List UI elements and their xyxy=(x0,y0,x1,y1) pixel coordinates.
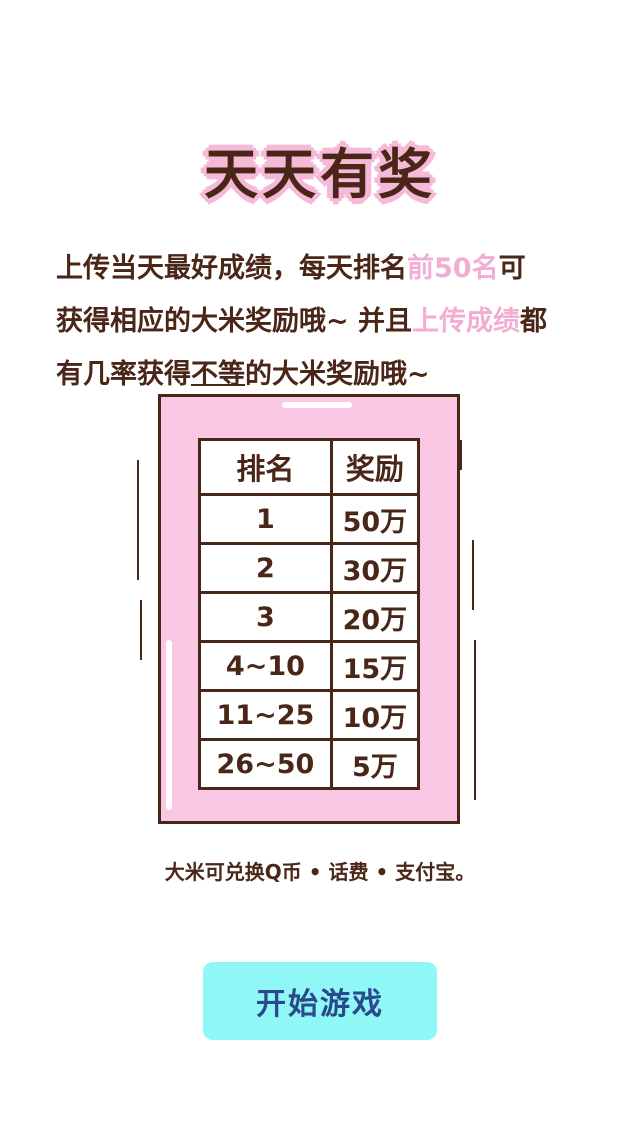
reward-cell: 10万 xyxy=(329,689,421,741)
rank-cell: 1 xyxy=(198,493,333,545)
rank-cell: 26~50 xyxy=(198,738,333,790)
reward-cell: 50万 xyxy=(329,493,421,545)
reward-cell: 5万 xyxy=(329,738,421,790)
reward-cell: 20万 xyxy=(329,591,421,643)
start-game-button[interactable]: 开始游戏 xyxy=(203,962,437,1040)
decor-line xyxy=(140,600,142,660)
table-header-row: 排名 奖励 xyxy=(198,438,421,496)
reward-cell: 30万 xyxy=(329,542,421,594)
decor-line xyxy=(460,440,462,470)
rank-cell: 3 xyxy=(198,591,333,643)
rank-cell: 2 xyxy=(198,542,333,594)
header-reward: 奖励 xyxy=(329,438,421,496)
desc-text: 都 xyxy=(520,306,548,337)
table-row: 2 30万 xyxy=(198,542,421,594)
card-shine xyxy=(282,402,352,408)
decor-line xyxy=(474,640,476,800)
decor-line xyxy=(472,540,474,610)
reward-cell: 15万 xyxy=(329,640,421,692)
table-row: 3 20万 xyxy=(198,591,421,643)
desc-text: 获得相应的大米奖励哦~ 并且 xyxy=(56,306,413,337)
decor-line xyxy=(137,460,139,580)
table-row: 1 50万 xyxy=(198,493,421,545)
rank-cell: 11~25 xyxy=(198,689,333,741)
desc-text: 的大米奖励哦~ xyxy=(245,359,430,390)
page-title: 天天有奖 xyxy=(204,143,436,206)
desc-text: 可 xyxy=(498,253,526,284)
table-row: 4~10 15万 xyxy=(198,640,421,692)
desc-text: 上传当天最好成绩，每天排名 xyxy=(56,253,407,284)
table-row: 11~25 10万 xyxy=(198,689,421,741)
desc-highlight-upload: 上传成绩 xyxy=(412,306,521,337)
reward-table: 排名 奖励 1 50万 2 30万 3 20万 4~10 15万 11~25 1… xyxy=(198,438,421,790)
desc-highlight-top50: 前50名 xyxy=(407,253,499,284)
desc-text: 有几率获得 xyxy=(56,359,191,390)
rank-cell: 4~10 xyxy=(198,640,333,692)
desc-underline: 不等 xyxy=(191,359,245,390)
rules-description: 上传当天最好成绩，每天排名前50名可 获得相应的大米奖励哦~ 并且上传成绩都 有… xyxy=(56,242,596,401)
redeem-note: 大米可兑换Q币 • 话费 • 支付宝。 xyxy=(164,860,476,884)
card-shine xyxy=(166,640,172,810)
header-rank: 排名 xyxy=(198,438,333,496)
table-row: 26~50 5万 xyxy=(198,738,421,790)
